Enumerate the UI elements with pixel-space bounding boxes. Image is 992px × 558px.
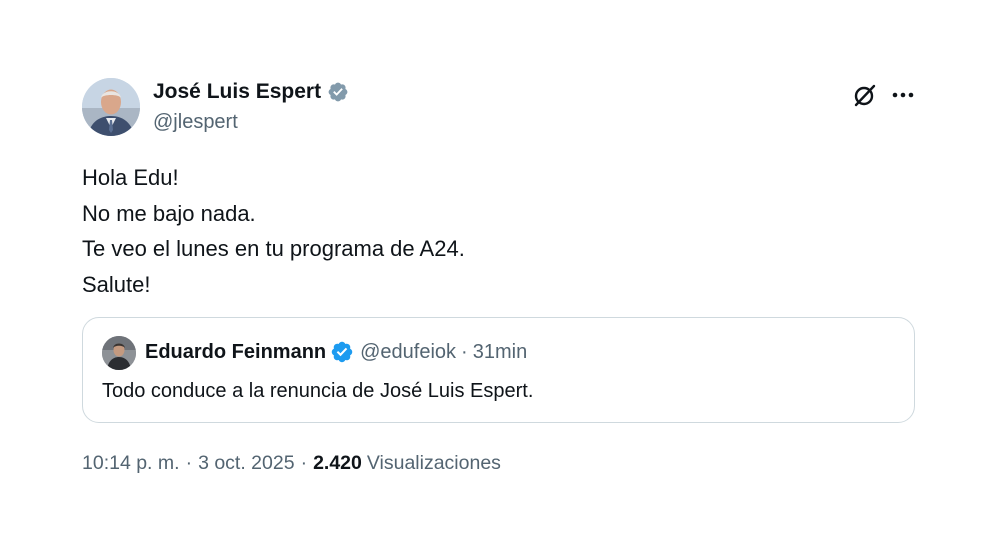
tweet-text-line: Hola Edu! <box>82 165 179 190</box>
verified-badge-icon <box>327 81 349 103</box>
quoted-text: Todo conduce a la renuncia de José Luis … <box>102 380 534 402</box>
tweet-text-line: No me bajo nada. <box>82 200 256 226</box>
quoted-author-avatar[interactable] <box>102 336 136 370</box>
separator-dot: · <box>300 452 308 474</box>
tweet-text-line: Te veo el lunes en tu programa de A24. <box>82 236 465 261</box>
quoted-tweet[interactable]: Eduardo Feinmann @edufeiok · 31min Todo … <box>82 317 915 423</box>
separator-dot: · <box>461 340 468 363</box>
grok-button[interactable] <box>850 80 880 110</box>
views-label: Visualizaciones <box>366 452 501 474</box>
author-name-text: José Luis Espert <box>153 80 322 103</box>
author-avatar[interactable] <box>82 78 140 136</box>
quoted-author-handle[interactable]: @edufeiok <box>360 341 456 364</box>
more-options-icon <box>892 92 914 98</box>
grok-icon <box>854 84 876 107</box>
author-name[interactable]: José Luis Espert <box>153 80 349 104</box>
post-time[interactable]: 10:14 p. m. <box>82 452 180 475</box>
tweet-meta: 10:14 p. m. · 3 oct. 2025 · 2.420 Visual… <box>82 452 501 475</box>
tweet-card: José Luis Espert @jlespert Hola Edu! No … <box>0 0 992 558</box>
author-handle[interactable]: @jlespert <box>153 111 238 134</box>
verified-badge-icon <box>330 340 354 364</box>
quoted-header: Eduardo Feinmann @edufeiok · 31min <box>145 340 527 364</box>
quoted-author-name[interactable]: Eduardo Feinmann <box>145 341 326 364</box>
post-date[interactable]: 3 oct. 2025 <box>198 452 295 475</box>
quoted-timestamp[interactable]: 31min <box>473 341 527 364</box>
tweet-text: Hola Edu! No me bajo nada. Te veo el lun… <box>82 160 465 302</box>
separator-dot: · <box>185 452 193 474</box>
more-options-button[interactable] <box>888 80 918 110</box>
views-count: 2.420 <box>313 452 362 474</box>
tweet-text-line: Salute! <box>82 271 151 297</box>
